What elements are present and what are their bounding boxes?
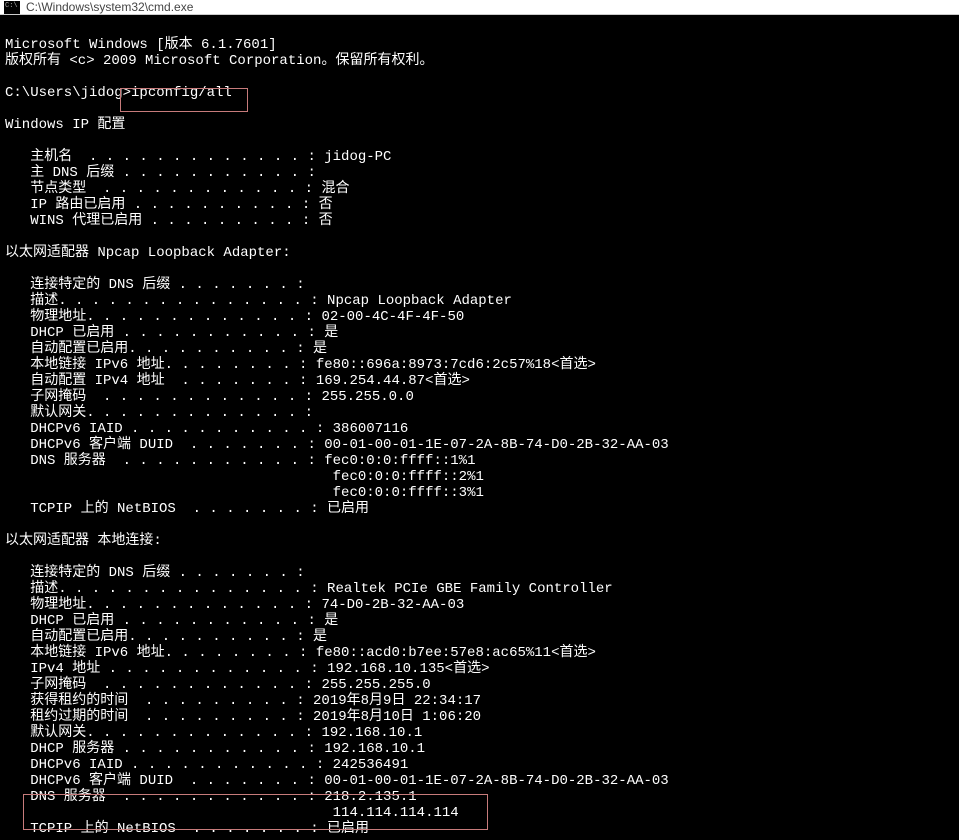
line: 默认网关. . . . . . . . . . . . . : 192.168.… — [5, 725, 422, 741]
line: TCPIP 上的 NetBIOS . . . . . . . : 已启用 — [5, 501, 369, 517]
line: 获得租约的时间 . . . . . . . . . : 2019年8月9日 22… — [5, 693, 481, 709]
line: IPv4 地址 . . . . . . . . . . . . : 192.16… — [5, 661, 489, 677]
line: 节点类型 . . . . . . . . . . . . : 混合 — [5, 181, 349, 197]
line: WINS 代理已启用 . . . . . . . . . : 否 — [5, 213, 333, 229]
line: IP 路由已启用 . . . . . . . . . . : 否 — [5, 197, 333, 213]
line: 主 DNS 后缀 . . . . . . . . . . . : — [5, 165, 316, 181]
line: 主机名 . . . . . . . . . . . . . : jidog-PC — [5, 149, 391, 165]
line: DHCP 已启用 . . . . . . . . . . . : 是 — [5, 613, 338, 629]
line: DHCPv6 IAID . . . . . . . . . . . : 3860… — [5, 421, 408, 437]
window-title: C:\Windows\system32\cmd.exe — [26, 0, 193, 14]
line: 114.114.114.114 — [5, 805, 459, 821]
line: 物理地址. . . . . . . . . . . . . : 02-00-4C… — [5, 309, 464, 325]
line: 默认网关. . . . . . . . . . . . . : — [5, 405, 313, 421]
line: 版权所有 <c> 2009 Microsoft Corporation。保留所有… — [5, 53, 433, 69]
line: DHCPv6 IAID . . . . . . . . . . . : 2425… — [5, 757, 408, 773]
terminal-output[interactable]: Microsoft Windows [版本 6.1.7601] 版权所有 <c>… — [0, 15, 959, 840]
line: 描述. . . . . . . . . . . . . . . : Realte… — [5, 581, 613, 597]
line: DHCP 已启用 . . . . . . . . . . . : 是 — [5, 325, 338, 341]
line: 子网掩码 . . . . . . . . . . . . : 255.255.2… — [5, 677, 431, 693]
line: Microsoft Windows [版本 6.1.7601] — [5, 37, 277, 53]
cmd-window: C:\Windows\system32\cmd.exe Microsoft Wi… — [0, 0, 959, 840]
line: 子网掩码 . . . . . . . . . . . . : 255.255.0… — [5, 389, 414, 405]
line: fec0:0:0:ffff::2%1 — [5, 469, 484, 485]
section-header: Windows IP 配置 — [5, 117, 125, 133]
line: 租约过期的时间 . . . . . . . . . : 2019年8月10日 1… — [5, 709, 481, 725]
line: 描述. . . . . . . . . . . . . . . : Npcap … — [5, 293, 512, 309]
prompt-line: C:\Users\jidog>ipconfig/all — [5, 85, 232, 101]
line: fec0:0:0:ffff::3%1 — [5, 485, 484, 501]
line: DNS 服务器 . . . . . . . . . . . : fec0:0:0… — [5, 453, 475, 469]
line: TCPIP 上的 NetBIOS . . . . . . . : 已启用 — [5, 821, 369, 837]
line: 物理地址. . . . . . . . . . . . . : 74-D0-2B… — [5, 597, 464, 613]
section-header: 以太网适配器 Npcap Loopback Adapter: — [5, 245, 291, 261]
line: 连接特定的 DNS 后缀 . . . . . . . : — [5, 277, 305, 293]
line: 自动配置已启用. . . . . . . . . . : 是 — [5, 341, 327, 357]
line: 自动配置已启用. . . . . . . . . . : 是 — [5, 629, 327, 645]
titlebar[interactable]: C:\Windows\system32\cmd.exe — [0, 0, 959, 15]
line: 本地链接 IPv6 地址. . . . . . . . : fe80::acd0… — [5, 645, 596, 661]
cmd-icon — [4, 1, 20, 14]
line: 自动配置 IPv4 地址 . . . . . . . : 169.254.44.… — [5, 373, 470, 389]
line: 连接特定的 DNS 后缀 . . . . . . . : — [5, 565, 305, 581]
line: DHCP 服务器 . . . . . . . . . . . : 192.168… — [5, 741, 425, 757]
line: DHCPv6 客户端 DUID . . . . . . . : 00-01-00… — [5, 437, 669, 453]
line: DHCPv6 客户端 DUID . . . . . . . : 00-01-00… — [5, 773, 669, 789]
line: DNS 服务器 . . . . . . . . . . . : 218.2.13… — [5, 789, 417, 805]
line: 本地链接 IPv6 地址. . . . . . . . : fe80::696a… — [5, 357, 596, 373]
section-header: 以太网适配器 本地连接: — [5, 533, 162, 549]
